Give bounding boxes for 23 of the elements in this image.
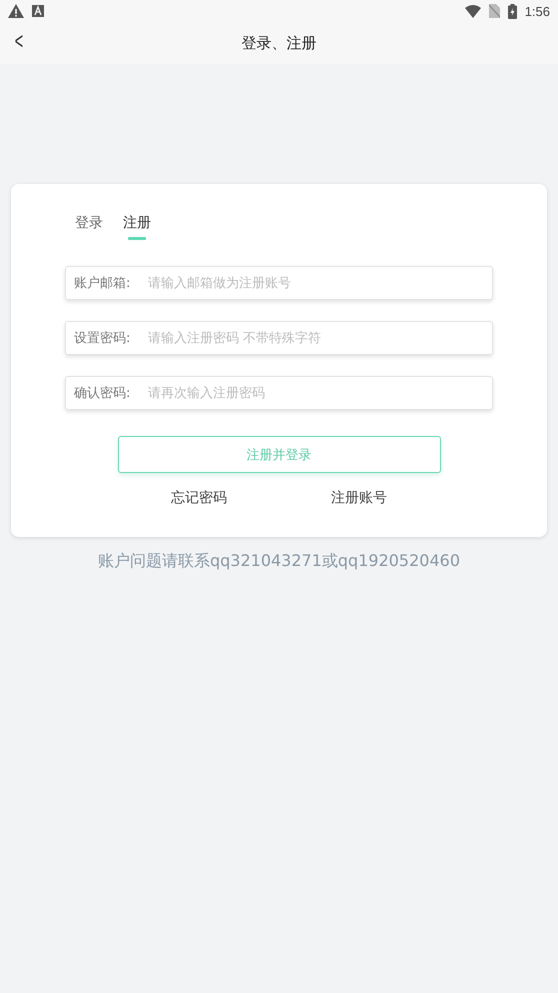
back-button[interactable]: < xyxy=(12,28,26,56)
wifi-icon xyxy=(464,4,481,18)
text-field[interactable]: 确认密码: 请再次输入注册密码 xyxy=(65,376,493,410)
text-field[interactable]: 账户邮箱: 请输入邮箱做为注册账号 xyxy=(65,266,493,300)
tab[interactable]: 登录 xyxy=(75,214,103,232)
page-title: 登录、注册 xyxy=(242,34,316,52)
status-time: 1:56 xyxy=(524,4,550,18)
tab[interactable]: 注册 xyxy=(123,214,151,232)
input-field[interactable]: 请再次输入注册密码 xyxy=(146,384,484,402)
app-notification-icon xyxy=(32,5,44,17)
field-label: 账户邮箱: xyxy=(74,275,132,292)
text-field[interactable]: 设置密码: 请输入注册密码 不带特殊字符 xyxy=(65,321,493,355)
field-label: 确认密码: xyxy=(74,385,132,402)
no-sim-icon xyxy=(488,4,500,18)
text-link[interactable]: 忘记密码 xyxy=(171,489,227,507)
tab-underline xyxy=(128,237,146,240)
text-link[interactable]: 注册账号 xyxy=(331,489,387,507)
warning-icon xyxy=(8,4,24,18)
battery-icon xyxy=(508,4,517,18)
contact-note: 账户问题请联系qq321043271或qq1920520460 xyxy=(96,551,462,572)
input-field[interactable]: 请输入邮箱做为注册账号 xyxy=(146,274,484,292)
input-field[interactable]: 请输入注册密码 不带特殊字符 xyxy=(146,330,484,346)
field-label: 设置密码: xyxy=(74,330,132,347)
